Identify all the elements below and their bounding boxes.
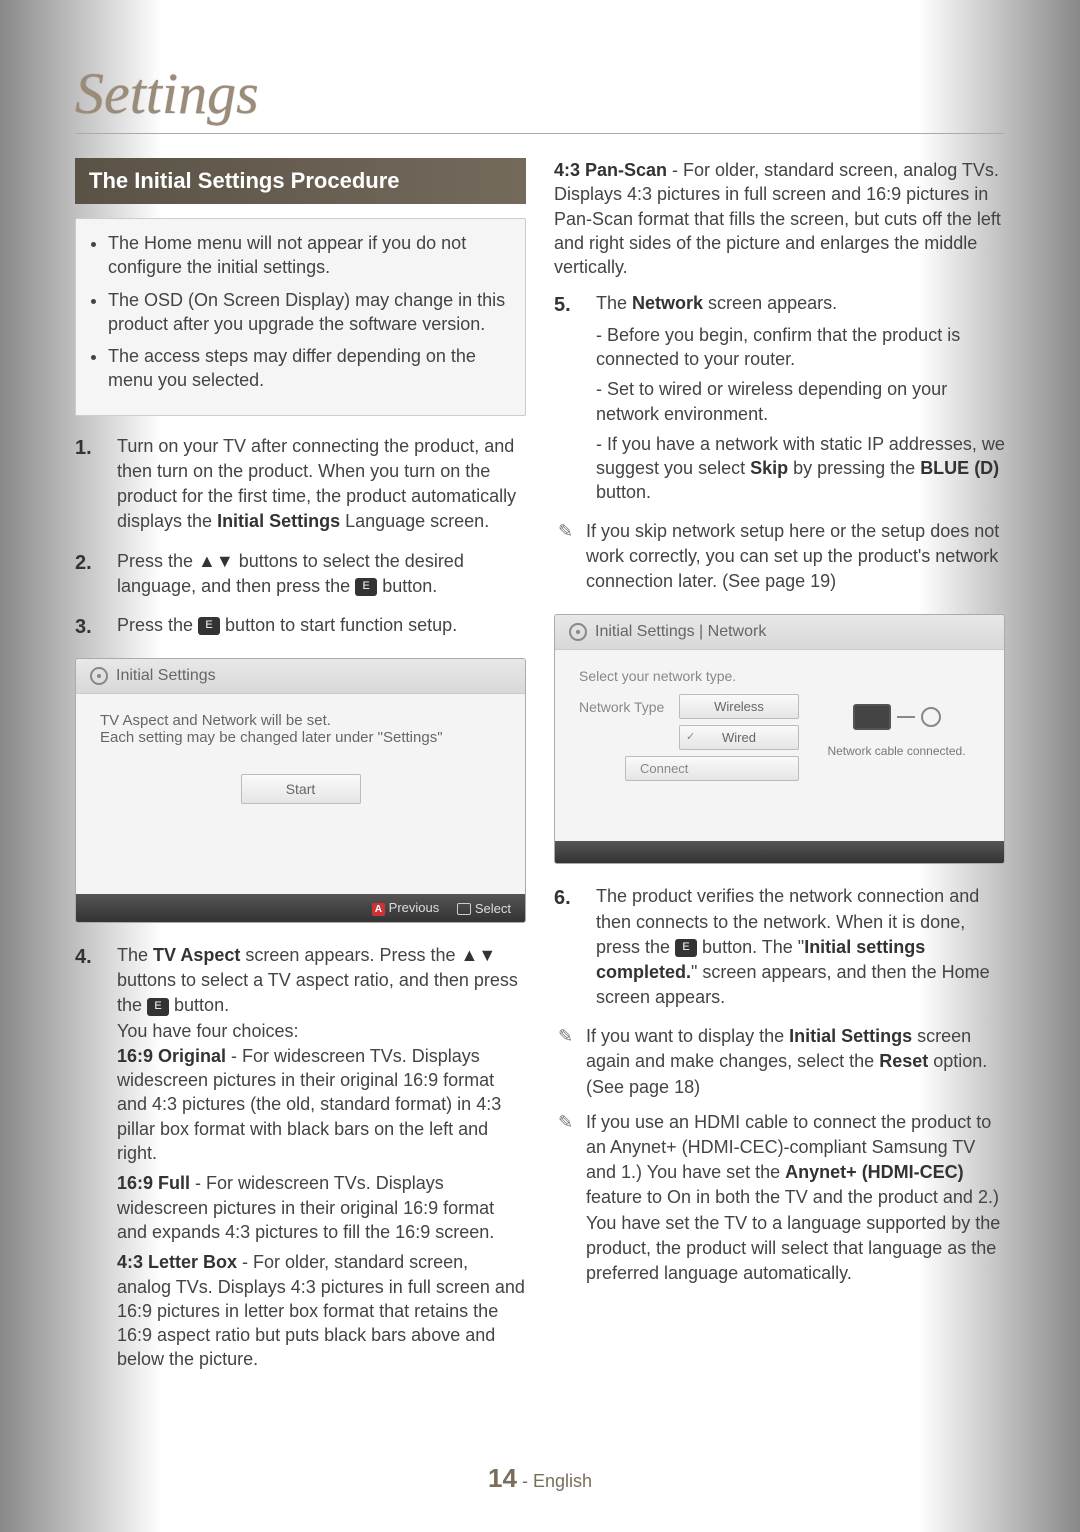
step-3: Press the E button to start function set… [75, 613, 526, 638]
globe-icon [921, 707, 941, 727]
text: button. [596, 482, 651, 502]
text: You have four choices: [117, 1019, 526, 1044]
hand-note: If you use an HDMI cable to connect the … [554, 1110, 1005, 1286]
cable-icon [897, 716, 915, 718]
text: button. The " [697, 937, 804, 957]
osd-header: Initial Settings [76, 659, 525, 694]
step-2: Press the ▲▼ buttons to select the desir… [75, 549, 526, 599]
network-type-label: Network Type [579, 699, 669, 715]
enter-icon: E [675, 939, 697, 957]
bold: Anynet+ (HDMI-CEC) [785, 1162, 964, 1182]
osd-line: TV Aspect and Network will be set. [100, 712, 501, 729]
disc-icon [569, 623, 587, 641]
aspect-option: 4:3 Letter Box - For older, standard scr… [117, 1250, 526, 1371]
device-icon [853, 704, 891, 730]
bold: Initial Settings [217, 511, 340, 531]
previous-hint: A Previous [372, 900, 439, 916]
label: Previous [389, 900, 440, 915]
page-language: English [533, 1471, 592, 1491]
text: The [117, 945, 153, 965]
select-icon [457, 903, 471, 915]
bold: Skip [750, 458, 788, 478]
text: Press the [117, 615, 198, 635]
select-hint: Select [457, 901, 511, 916]
bold: 16:9 Original [117, 1046, 226, 1066]
bold: 16:9 Full [117, 1173, 190, 1193]
step-4: The TV Aspect screen appears. Press the … [75, 943, 526, 1372]
osd-network: Initial Settings | Network Select your n… [554, 614, 1005, 864]
osd-body: Select your network type. Network Type W… [555, 650, 1004, 841]
sub-item: - Before you begin, confirm that the pro… [596, 323, 1005, 372]
step-6: The product verifies the network connect… [554, 884, 1005, 1010]
section-title: Settings [75, 60, 1005, 134]
osd-title: Initial Settings | Network [595, 623, 766, 641]
text: feature to On in both the TV and the pro… [586, 1187, 1000, 1283]
sub-item: - If you have a network with static IP a… [596, 432, 1005, 505]
page-footer: 14 - English [0, 1463, 1080, 1494]
bold: BLUE (D) [920, 458, 999, 478]
network-status: Network cable connected. [813, 744, 980, 758]
page-number: 14 [488, 1463, 517, 1493]
text: Language screen. [340, 511, 489, 531]
text: Press the [117, 551, 198, 571]
updown-arrows-icon: ▲▼ [198, 551, 234, 571]
osd-line: Each setting may be changed later under … [100, 729, 501, 746]
steps-list-cont: The TV Aspect screen appears. Press the … [75, 943, 526, 1372]
left-column: The Initial Settings Procedure The Home … [75, 158, 526, 1386]
step-5: The Network screen appears. - Before you… [554, 291, 1005, 504]
enter-icon: E [355, 578, 377, 596]
osd-initial-settings: Initial Settings TV Aspect and Network w… [75, 658, 526, 923]
text: button to start function setup. [220, 615, 457, 635]
updown-arrows-icon: ▲▼ [461, 945, 497, 965]
aspect-option: 4:3 Pan-Scan - For older, standard scree… [554, 158, 1005, 279]
text: button. [377, 576, 437, 596]
label: Select [475, 901, 511, 916]
right-column: 4:3 Pan-Scan - For older, standard scree… [554, 158, 1005, 1386]
header-bar: The Initial Settings Procedure [75, 158, 526, 204]
note-item: The OSD (On Screen Display) may change i… [108, 288, 509, 337]
text: The [596, 293, 632, 313]
start-button[interactable]: Start [241, 774, 361, 804]
aspect-option: 16:9 Original - For widescreen TVs. Disp… [117, 1044, 526, 1165]
bold: Network [632, 293, 703, 313]
wireless-option[interactable]: Wireless [679, 694, 799, 719]
text: screen appears. Press the [240, 945, 460, 965]
bold: TV Aspect [153, 945, 240, 965]
osd-footer: A Previous Select [76, 894, 525, 922]
aspect-option: 16:9 Full - For widescreen TVs. Displays… [117, 1171, 526, 1244]
network-prompt: Select your network type. [579, 668, 980, 684]
osd-title: Initial Settings [116, 667, 216, 685]
notes-box: The Home menu will not appear if you do … [75, 218, 526, 416]
note-item: The Home menu will not appear if you do … [108, 231, 509, 280]
enter-icon: E [198, 617, 220, 635]
steps-list: Turn on your TV after connecting the pro… [75, 434, 526, 638]
hand-note: If you skip network setup here or the se… [554, 519, 1005, 595]
osd-body: TV Aspect and Network will be set. Each … [76, 694, 525, 894]
osd-header: Initial Settings | Network [555, 615, 1004, 650]
bold: 4:3 Letter Box [117, 1252, 237, 1272]
wired-option[interactable]: Wired [679, 725, 799, 750]
network-diagram: Network cable connected. [813, 694, 980, 781]
text: screen appears. [703, 293, 837, 313]
enter-icon: E [147, 998, 169, 1016]
sub-item: - Set to wired or wireless depending on … [596, 377, 1005, 426]
note-item: The access steps may differ depending on… [108, 344, 509, 393]
text: If you want to display the [586, 1026, 789, 1046]
a-button-icon: A [372, 903, 385, 916]
text: by pressing the [788, 458, 920, 478]
text: button. [169, 995, 229, 1015]
connect-button[interactable]: Connect [625, 756, 799, 781]
disc-icon [90, 667, 108, 685]
step-1: Turn on your TV after connecting the pro… [75, 434, 526, 535]
steps-list-right: The Network screen appears. - Before you… [554, 291, 1005, 504]
steps-list-right2: The product verifies the network connect… [554, 884, 1005, 1010]
hand-note: If you want to display the Initial Setti… [554, 1024, 1005, 1100]
bold: Reset [879, 1051, 928, 1071]
bold: 4:3 Pan-Scan [554, 160, 667, 180]
bold: Initial Settings [789, 1026, 912, 1046]
